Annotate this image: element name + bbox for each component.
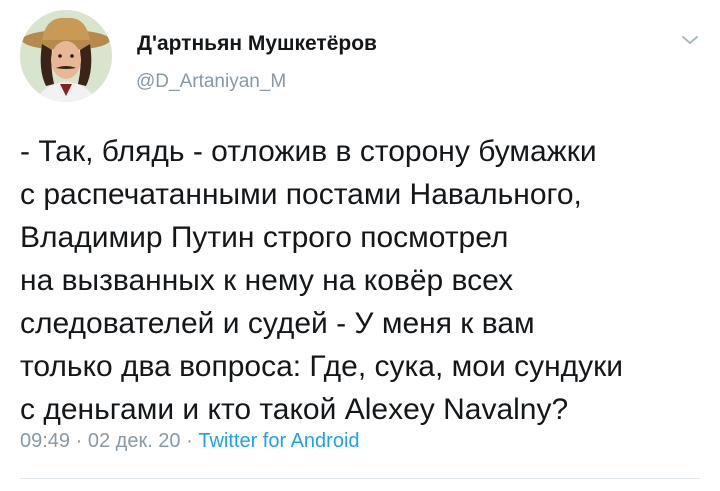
- tweet-text: - Так, блядь - отложив в сторону бумажки…: [20, 130, 710, 431]
- divider: [20, 478, 700, 479]
- tweet-time[interactable]: 09:49: [20, 430, 70, 452]
- tweet-text-line: - Так, блядь - отложив в сторону бумажки: [20, 135, 597, 168]
- meta-separator: ·: [70, 430, 88, 452]
- tweet-source-link[interactable]: Twitter for Android: [198, 430, 359, 452]
- author-name[interactable]: Д'артньян Мушкетёров: [137, 32, 377, 56]
- tweet-header: Д'артньян Мушкетёров @D_Artaniyan_M: [16, 10, 704, 110]
- tweet-date[interactable]: 02 дек. 20: [88, 430, 181, 452]
- meta-separator: ·: [180, 430, 199, 452]
- author-handle[interactable]: @D_Artaniyan_M: [136, 71, 286, 93]
- tweet-text-line: следователей и судей - У меня к вам: [20, 307, 535, 340]
- tweet-text-line: на вызванных к нему на ковёр всех: [20, 264, 514, 297]
- tweet-text-line: Владимир Путин строго посмотрел: [20, 221, 509, 254]
- avatar[interactable]: [20, 10, 112, 102]
- tweet-meta: 09:49 · 02 дек. 20 · Twitter for Android: [20, 430, 360, 453]
- tweet-text-line: с деньгами и кто такой Alexey Navalny?: [20, 393, 569, 426]
- tweet-text-line: с распечатанными постами Навального,: [20, 178, 582, 211]
- tweet-text-line: только два вопроса: Где, сука, мои сунду…: [20, 350, 624, 383]
- musketeer-avatar-icon: [20, 10, 112, 102]
- chevron-down-icon[interactable]: [678, 28, 702, 52]
